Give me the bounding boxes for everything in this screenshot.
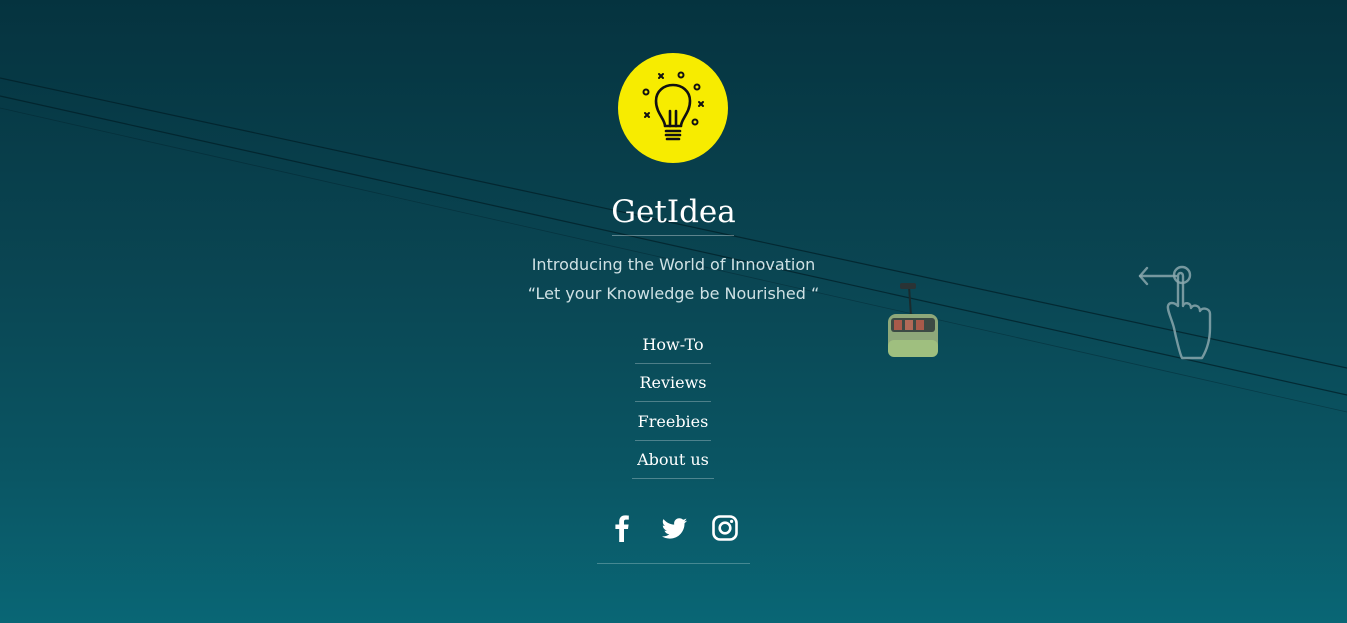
nav-item-how-to[interactable]: How-To	[573, 325, 773, 364]
nav-item-label[interactable]: Freebies	[638, 412, 709, 431]
nav-item-about-us[interactable]: About us	[573, 441, 773, 480]
nav-item-label[interactable]: How-To	[642, 335, 703, 354]
nav-item-reviews[interactable]: Reviews	[573, 364, 773, 403]
instagram-link[interactable]	[709, 512, 741, 544]
twitter-link[interactable]	[658, 512, 690, 544]
social-links	[606, 512, 742, 544]
swipe-left-icon	[1138, 265, 1212, 360]
twitter-icon	[661, 518, 687, 539]
facebook-icon	[615, 515, 629, 542]
nav-item-label[interactable]: About us	[637, 450, 709, 469]
lightbulb-icon	[642, 71, 704, 141]
main-nav: How-To Reviews Freebies About us	[573, 325, 773, 479]
nav-item-freebies[interactable]: Freebies	[573, 402, 773, 441]
title-divider	[612, 235, 734, 236]
nav-item-label[interactable]: Reviews	[639, 373, 706, 392]
facebook-link[interactable]	[606, 512, 638, 544]
site-logo[interactable]	[618, 53, 728, 163]
instagram-icon	[712, 515, 738, 541]
swipe-hint[interactable]	[1136, 262, 1216, 364]
site-title[interactable]: GetIdea	[0, 192, 1347, 232]
footer-divider	[597, 563, 750, 564]
